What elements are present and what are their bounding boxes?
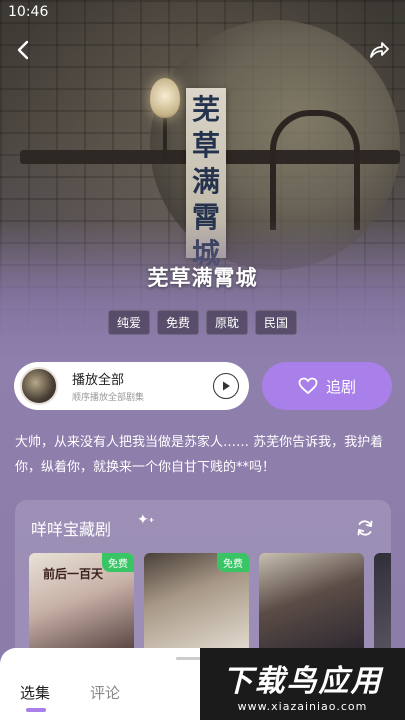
tag[interactable]: 原耽 (206, 310, 249, 335)
collection-card: 咩咩宝藏剧 ✦˖ 前后一百天 免费 免费 (15, 500, 391, 660)
tab-comments[interactable]: 评论 (90, 682, 120, 703)
sparkle-icon: ✦˖ (137, 512, 155, 528)
free-badge: 免费 (102, 553, 134, 572)
free-badge: 免费 (217, 553, 249, 572)
status-bar-time: 10:46 (8, 4, 49, 20)
active-tab-indicator (26, 708, 46, 712)
drama-cover[interactable]: 前后一百天 免费 (29, 553, 134, 653)
hero-banner: 芜 草 满 霄 城 (0, 0, 405, 360)
drama-cover[interactable]: 免费 (144, 553, 249, 653)
share-icon (370, 42, 389, 58)
drama-cover[interactable] (374, 553, 391, 653)
cover-title: 前后一百天 (43, 567, 104, 581)
play-all-subtitle: 顺序播放全部剧集 (72, 393, 145, 403)
tag[interactable]: 纯爱 (107, 310, 150, 335)
drama-description: 大帅，从来没有人把我当做是苏家人…… 苏芜你告诉我，我护着你，纵着你，就换来一个… (15, 435, 384, 475)
play-all-button[interactable]: 播放全部 顺序播放全部剧集 (14, 362, 249, 410)
banner-char: 芜 (191, 93, 220, 126)
play-icon (213, 373, 239, 399)
follow-label: 追剧 (325, 377, 356, 396)
cover-list: 前后一百天 免费 免费 (29, 553, 391, 653)
lantern-stand (163, 118, 167, 158)
drama-title: 芜草满霄城 (147, 266, 258, 290)
follow-button[interactable]: 追剧 (262, 362, 392, 410)
collection-title: 咩咩宝藏剧 (31, 520, 112, 539)
watermark: 下载鸟应用 www.xiazainiao.com (200, 648, 405, 720)
tag[interactable]: 免费 (156, 310, 199, 335)
back-button[interactable] (10, 36, 38, 64)
chair-illustration (270, 110, 360, 230)
tag-list: 纯爱 免费 原耽 民国 (0, 310, 405, 335)
heart-icon (298, 377, 318, 395)
drama-cover[interactable] (259, 553, 364, 653)
watermark-text: 下载鸟应用 (222, 663, 383, 699)
banner-char: 草 (191, 129, 220, 162)
watermark-url: www.xiazainiao.com (237, 699, 368, 713)
banner-char: 满 (191, 165, 220, 198)
lantern-illustration (150, 78, 180, 118)
play-all-text: 播放全部 顺序播放全部剧集 (72, 369, 144, 403)
play-all-title: 播放全部 (72, 373, 125, 388)
refresh-icon[interactable] (355, 518, 375, 538)
tag[interactable]: 民国 (255, 310, 298, 335)
share-button[interactable] (365, 36, 393, 64)
chevron-left-icon (17, 40, 29, 60)
play-all-thumbnail (20, 367, 58, 405)
tab-episodes[interactable]: 选集 (20, 682, 50, 703)
